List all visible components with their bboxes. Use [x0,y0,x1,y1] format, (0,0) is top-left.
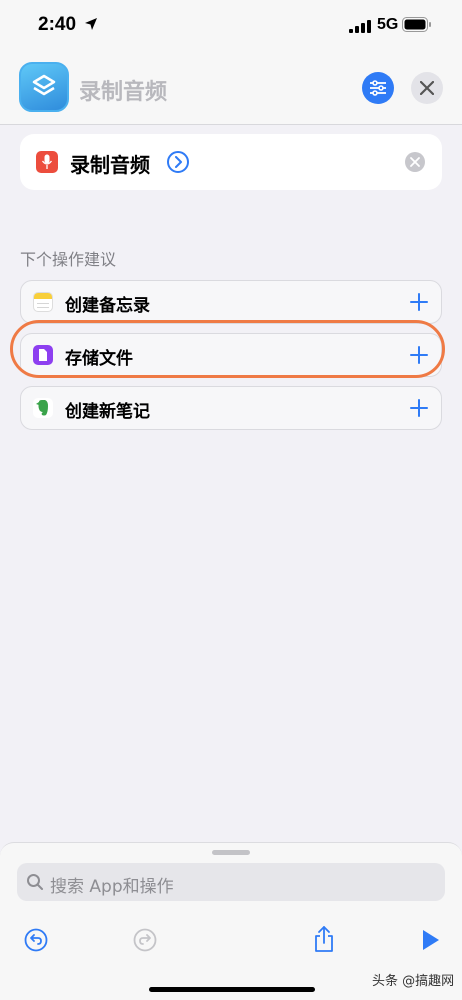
close-icon [420,81,434,95]
remove-action-button[interactable] [405,152,425,172]
search-input[interactable]: 搜索 App和操作 [17,863,445,901]
sheet-grabber[interactable] [212,850,250,855]
suggestions-title: 下个操作建议 [20,250,117,269]
action-label: 录制音频 [70,153,150,177]
suggestion-label: 创建新笔记 [65,402,150,422]
add-icon[interactable] [409,292,429,312]
settings-button[interactable] [362,72,394,104]
sliders-icon [370,80,386,96]
cellular-signal-icon [349,20,371,33]
add-icon[interactable] [409,398,429,418]
highlight-annotation [10,320,445,378]
suggestion-label: 创建备忘录 [65,296,150,316]
shortcuts-layers-icon [32,74,56,96]
location-arrow-icon [85,18,97,30]
battery-icon [402,17,431,32]
clear-icon [410,157,420,167]
search-icon [27,874,43,890]
redo-icon[interactable] [133,928,157,952]
play-icon[interactable] [421,928,441,952]
network-type: 5G [377,16,399,33]
shortcuts-app-icon[interactable] [19,62,69,112]
home-indicator [149,987,315,992]
evernote-icon [33,398,53,418]
status-bar: 2:40 5G [0,0,462,52]
status-time: 2:40 [38,14,77,35]
close-button[interactable] [411,72,443,104]
share-icon[interactable] [313,925,335,953]
search-placeholder: 搜索 App和操作 [50,877,174,897]
expand-action-button[interactable] [167,151,189,173]
suggestion-create-note[interactable]: 创建备忘录 [20,280,442,324]
suggestion-create-evernote[interactable]: 创建新笔记 [20,386,442,430]
shortcut-title[interactable]: 录制音频 [79,74,167,106]
undo-icon[interactable] [24,928,48,952]
shortcut-header: 录制音频 [0,52,462,125]
microphone-icon [36,151,58,173]
chevron-right-icon [175,156,182,168]
watermark: 头条 @搞趣网 [372,974,455,989]
notes-icon [33,292,53,312]
record-audio-action-card[interactable]: 录制音频 [20,134,442,190]
action-search-panel: 搜索 App和操作 [0,842,462,917]
